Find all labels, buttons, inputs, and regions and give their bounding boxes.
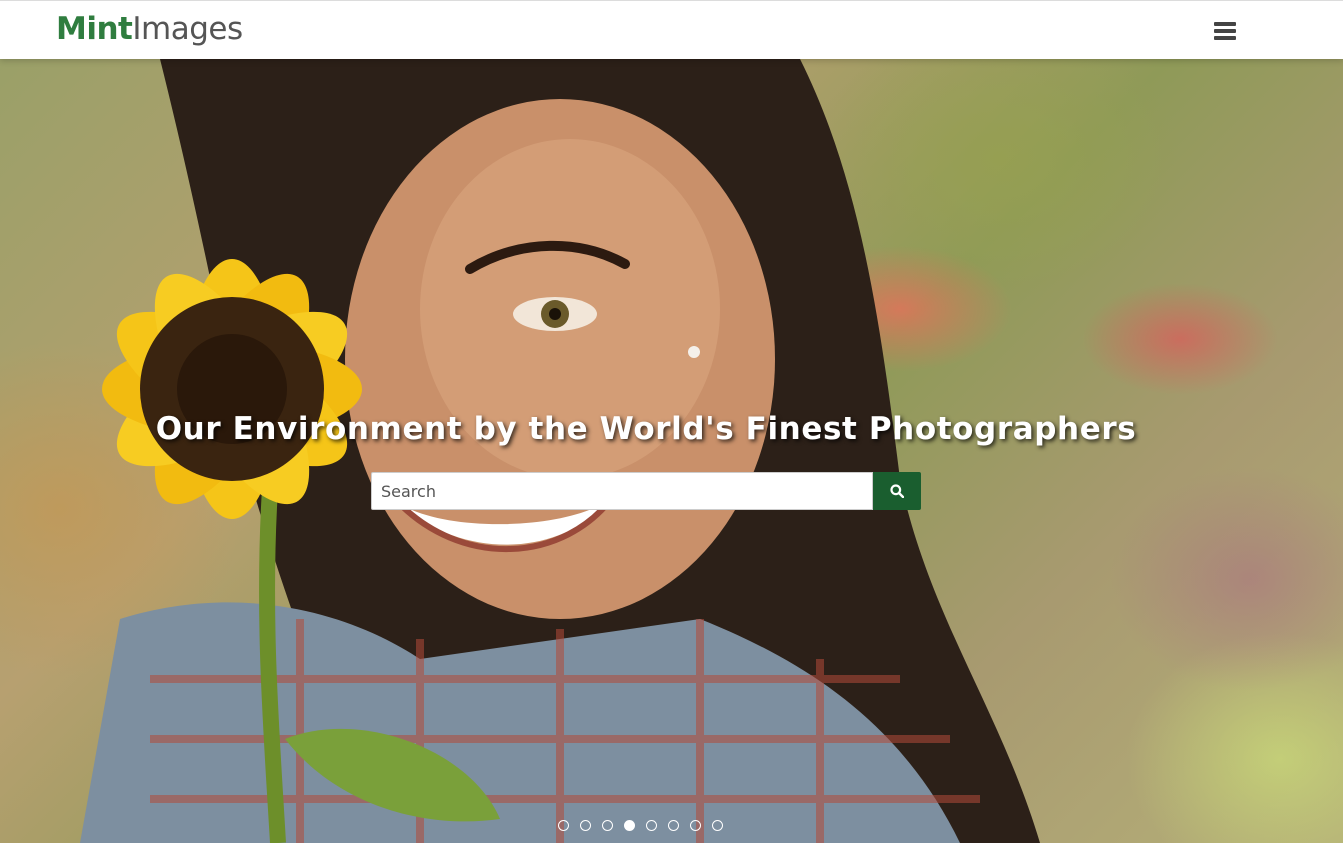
- carousel-dot[interactable]: [712, 820, 723, 831]
- logo-mint-text: Mint: [56, 11, 133, 47]
- search-button[interactable]: [873, 472, 921, 510]
- carousel-dot[interactable]: [668, 820, 679, 831]
- carousel-dot[interactable]: [646, 820, 657, 831]
- menu-bar: [1214, 36, 1236, 40]
- search-bar: [371, 472, 921, 510]
- carousel-dot[interactable]: [624, 820, 635, 831]
- search-input[interactable]: [371, 472, 873, 510]
- site-header: MintImages: [0, 0, 1343, 59]
- pupil-shape: [549, 308, 561, 320]
- search-icon: [890, 484, 904, 498]
- carousel-dot[interactable]: [690, 820, 701, 831]
- hero-photo: [80, 59, 1040, 843]
- menu-bar: [1214, 22, 1236, 26]
- carousel-indicators: [558, 820, 734, 832]
- logo-images-text: Images: [132, 11, 243, 47]
- earring-shape: [688, 346, 700, 358]
- hero-banner: Our Environment by the World's Finest Ph…: [0, 59, 1343, 843]
- site-logo[interactable]: MintImages: [56, 11, 243, 47]
- carousel-dot[interactable]: [580, 820, 591, 831]
- hero-tagline: Our Environment by the World's Finest Ph…: [155, 411, 1137, 447]
- carousel-dot[interactable]: [558, 820, 569, 831]
- menu-bar: [1214, 29, 1236, 33]
- hamburger-menu-icon[interactable]: [1214, 20, 1238, 42]
- carousel-dot[interactable]: [602, 820, 613, 831]
